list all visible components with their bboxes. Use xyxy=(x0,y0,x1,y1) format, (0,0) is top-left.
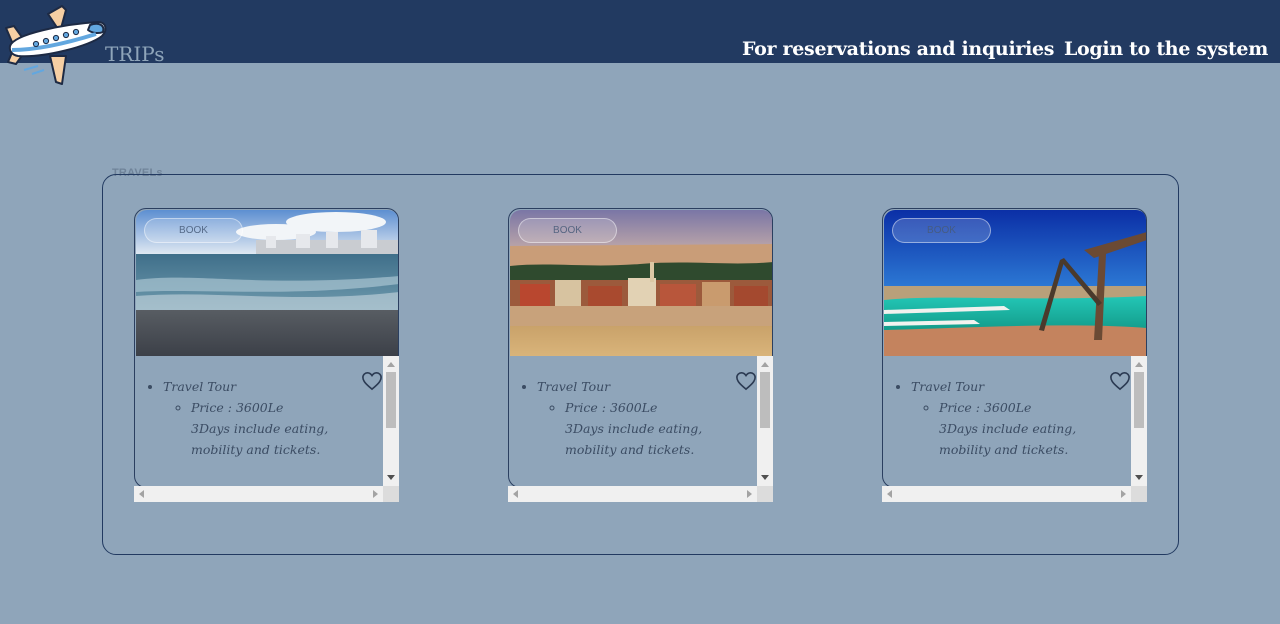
scroll-down-arrow-icon[interactable] xyxy=(387,475,395,480)
card-body: Travel Tour Price : 3600Le 3Days include… xyxy=(883,356,1131,486)
book-button[interactable]: BOOK xyxy=(518,218,617,243)
scroll-thumb[interactable] xyxy=(386,372,396,428)
scroll-left-arrow-icon[interactable] xyxy=(139,490,144,498)
scroll-left-arrow-icon[interactable] xyxy=(513,490,518,498)
book-button[interactable]: BOOK xyxy=(892,218,991,243)
heart-icon[interactable] xyxy=(1109,371,1131,391)
book-button[interactable]: BOOK xyxy=(144,218,243,243)
trip-title-text: Travel Tour xyxy=(163,379,237,394)
trip-description: 3Days include eating, mobility and ticke… xyxy=(191,421,329,457)
scroll-corner xyxy=(757,486,773,502)
horizontal-scrollbar[interactable] xyxy=(134,486,383,502)
scroll-thumb[interactable] xyxy=(760,372,770,428)
heart-icon[interactable] xyxy=(361,371,383,391)
trip-info-list: Travel Tour Price : 3600Le 3Days include… xyxy=(911,376,1119,460)
trip-price: Price : 3600Le xyxy=(939,397,1119,418)
scroll-corner xyxy=(1131,486,1147,502)
scroll-left-arrow-icon[interactable] xyxy=(887,490,892,498)
scroll-up-arrow-icon[interactable] xyxy=(761,362,769,367)
horizontal-scrollbar[interactable] xyxy=(882,486,1131,502)
trip-price-text: Price : 3600Le xyxy=(565,400,658,415)
nav-reservations-link[interactable]: For reservations and inquiries xyxy=(742,38,1054,60)
trip-info-list: Travel Tour Price : 3600Le 3Days include… xyxy=(163,376,371,460)
trip-price: Price : 3600Le xyxy=(191,397,371,418)
scroll-down-arrow-icon[interactable] xyxy=(1135,475,1143,480)
trip-title: Travel Tour Price : 3600Le 3Days include… xyxy=(537,376,745,460)
trip-title-text: Travel Tour xyxy=(911,379,985,394)
scroll-thumb[interactable] xyxy=(1134,372,1144,428)
vertical-scrollbar[interactable] xyxy=(1131,356,1147,486)
scroll-right-arrow-icon[interactable] xyxy=(747,490,752,498)
trip-price: Price : 3600Le xyxy=(565,397,745,418)
airplane-logo-icon[interactable] xyxy=(4,4,108,88)
trip-description: 3Days include eating, mobility and ticke… xyxy=(939,421,1077,457)
scroll-up-arrow-icon[interactable] xyxy=(387,362,395,367)
trip-title-text: Travel Tour xyxy=(537,379,611,394)
trip-price-text: Price : 3600Le xyxy=(939,400,1032,415)
travel-card: BOOK Travel Tour Price : 3600Le 3Days in… xyxy=(508,208,773,502)
trip-info-list: Travel Tour Price : 3600Le 3Days include… xyxy=(537,376,745,460)
travel-card: BOOK Travel Tour Price : 3600Le 3Days in… xyxy=(882,208,1147,502)
scroll-down-arrow-icon[interactable] xyxy=(761,475,769,480)
trip-description: 3Days include eating, mobility and ticke… xyxy=(565,421,703,457)
travel-card: BOOK Travel Tour Price : 3600Le 3Days in… xyxy=(134,208,399,502)
scroll-right-arrow-icon[interactable] xyxy=(1121,490,1126,498)
vertical-scrollbar[interactable] xyxy=(757,356,773,486)
trip-title: Travel Tour Price : 3600Le 3Days include… xyxy=(163,376,371,460)
scroll-corner xyxy=(383,486,399,502)
scroll-up-arrow-icon[interactable] xyxy=(1135,362,1143,367)
nav-login-link[interactable]: Login to the system xyxy=(1064,38,1268,60)
top-header: TRIPs For reservations and inquiries Log… xyxy=(0,0,1280,66)
scroll-right-arrow-icon[interactable] xyxy=(373,490,378,498)
card-body: Travel Tour Price : 3600Le 3Days include… xyxy=(509,356,757,486)
trip-title: Travel Tour Price : 3600Le 3Days include… xyxy=(911,376,1119,460)
heart-icon[interactable] xyxy=(735,371,757,391)
card-body: Travel Tour Price : 3600Le 3Days include… xyxy=(135,356,383,486)
trip-price-text: Price : 3600Le xyxy=(191,400,284,415)
vertical-scrollbar[interactable] xyxy=(383,356,399,486)
horizontal-scrollbar[interactable] xyxy=(508,486,757,502)
brand-name: TRIPs xyxy=(105,42,165,66)
